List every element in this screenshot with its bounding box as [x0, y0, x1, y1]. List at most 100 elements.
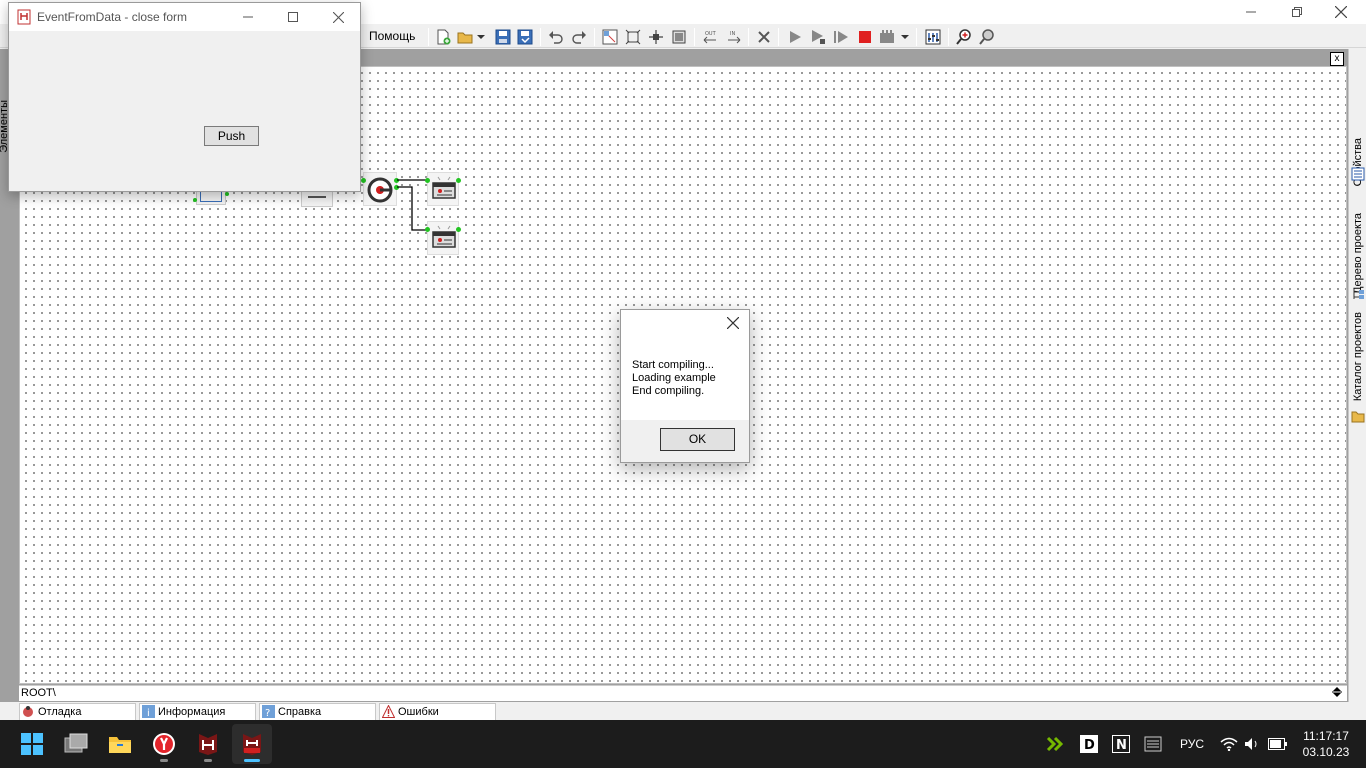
connector-dot[interactable] — [456, 178, 461, 183]
wifi-tray-icon[interactable] — [1220, 720, 1238, 768]
connector-dot[interactable] — [225, 192, 229, 196]
clock[interactable]: 11:17:17 03.10.23 — [1296, 728, 1356, 760]
tab-errors-label: Ошибки — [398, 706, 439, 718]
toolbar-separator — [916, 28, 917, 46]
compile-message-dialog: Start compiling... Loading example End c… — [620, 309, 750, 463]
task-view-button[interactable] — [56, 724, 96, 764]
zoom-out-button[interactable] — [976, 26, 998, 48]
stop-button[interactable] — [854, 26, 876, 48]
out-button[interactable]: OUT — [699, 26, 721, 48]
open-dropdown[interactable] — [475, 26, 487, 48]
dialog-close-button[interactable] — [719, 311, 747, 335]
restore-button[interactable] — [1274, 0, 1320, 24]
tab-info[interactable]: i Информация — [139, 703, 256, 720]
side-panel: Свойства Дерево проекта Каталог проектов — [1348, 49, 1366, 702]
yandex-browser-button[interactable] — [144, 724, 184, 764]
minimize-button[interactable] — [1228, 0, 1274, 24]
path-resize-icon[interactable] — [1329, 686, 1345, 700]
connector-dot[interactable] — [456, 227, 461, 232]
open-folder-icon — [457, 32, 473, 44]
file-explorer-button[interactable] — [100, 724, 140, 764]
form-close-button[interactable] — [315, 5, 361, 29]
step-button[interactable] — [830, 26, 852, 48]
yandex-browser-icon — [153, 733, 175, 755]
toolbar-separator — [594, 28, 595, 46]
n-app-icon: N — [1112, 735, 1130, 753]
connector-dot[interactable] — [361, 178, 366, 183]
running-indicator — [160, 759, 168, 762]
play-icon — [790, 31, 801, 43]
start-icon — [21, 733, 43, 755]
element-icon — [308, 196, 326, 198]
save-button[interactable] — [492, 26, 514, 48]
tab-errors[interactable]: Ошибки — [379, 703, 496, 720]
connector-dot[interactable] — [425, 227, 430, 232]
menu-help[interactable]: Помощь — [363, 27, 421, 45]
connector-dot[interactable] — [193, 198, 197, 202]
d-tray-icon[interactable]: D — [1080, 720, 1098, 768]
active-indicator — [244, 759, 260, 762]
folder-icon — [1351, 411, 1365, 423]
close-icon — [727, 317, 739, 329]
start-button[interactable] — [12, 724, 52, 764]
grid-button[interactable] — [599, 26, 621, 48]
keyboard-tray-icon[interactable] — [1144, 720, 1162, 768]
tab-info-label: Информация — [158, 706, 226, 718]
undo-button[interactable] — [545, 26, 567, 48]
new-file-icon — [437, 29, 451, 45]
n-tray-icon[interactable]: N — [1112, 720, 1130, 768]
connector-dot[interactable] — [425, 178, 430, 183]
clock-time: 11:17:17 — [1303, 729, 1349, 743]
form-element[interactable] — [427, 221, 459, 255]
redo-button[interactable] — [568, 26, 590, 48]
svg-text:?: ? — [265, 708, 270, 718]
tab-debug[interactable]: Отладка — [19, 703, 136, 720]
fit-button[interactable] — [622, 26, 644, 48]
center-button[interactable] — [645, 26, 667, 48]
zoom-in-button[interactable] — [953, 26, 975, 48]
delete-button[interactable] — [753, 26, 775, 48]
form-minimize-button[interactable] — [225, 5, 271, 29]
save-all-button[interactable] — [514, 26, 536, 48]
build-dropdown[interactable] — [899, 26, 911, 48]
tree-icon — [1353, 289, 1364, 299]
toolbar-separator — [778, 28, 779, 46]
path-breadcrumb: ROOT\ — [19, 685, 1347, 701]
warning-icon — [382, 705, 395, 718]
ok-button[interactable]: OK — [660, 428, 735, 451]
event-from-data-window: EventFromData - close form Push — [8, 2, 361, 192]
run-button[interactable] — [784, 26, 806, 48]
step-icon — [834, 31, 848, 43]
in-button[interactable]: IN — [723, 26, 745, 48]
tab-project-catalog[interactable]: Каталог проектов — [1349, 307, 1366, 407]
maximize-icon — [288, 12, 298, 22]
frame-button[interactable] — [668, 26, 690, 48]
out-arrow-icon: OUT — [703, 31, 717, 44]
restore-icon — [1292, 7, 1302, 17]
hiasm-button[interactable] — [188, 724, 228, 764]
zoom-in-icon — [956, 29, 971, 45]
form-element[interactable] — [427, 172, 459, 206]
close-button[interactable] — [1318, 0, 1364, 24]
nvidia-tray-icon[interactable] — [1046, 720, 1066, 768]
hiasm-test-button[interactable] — [232, 724, 272, 764]
frame-icon — [672, 30, 686, 44]
canvas-close-button[interactable]: x — [1330, 52, 1344, 66]
settings-button[interactable] — [922, 26, 944, 48]
bug-icon — [23, 706, 33, 717]
push-button[interactable]: Push — [204, 126, 259, 146]
toolbar-separator — [540, 28, 541, 46]
build-button[interactable] — [877, 26, 899, 48]
crosshair-icon — [649, 30, 663, 44]
message-line: End compiling. — [632, 385, 705, 397]
tab-help[interactable]: ? Справка — [259, 703, 376, 720]
run-debug-button[interactable] — [807, 26, 829, 48]
open-button[interactable] — [455, 26, 477, 48]
language-indicator[interactable]: РУС — [1180, 720, 1204, 768]
close-icon — [1335, 6, 1347, 18]
battery-tray-icon[interactable] — [1268, 720, 1288, 768]
volume-tray-icon[interactable] — [1244, 720, 1262, 768]
new-button[interactable] — [432, 26, 454, 48]
task-view-icon — [64, 733, 88, 753]
form-maximize-button[interactable] — [270, 5, 316, 29]
